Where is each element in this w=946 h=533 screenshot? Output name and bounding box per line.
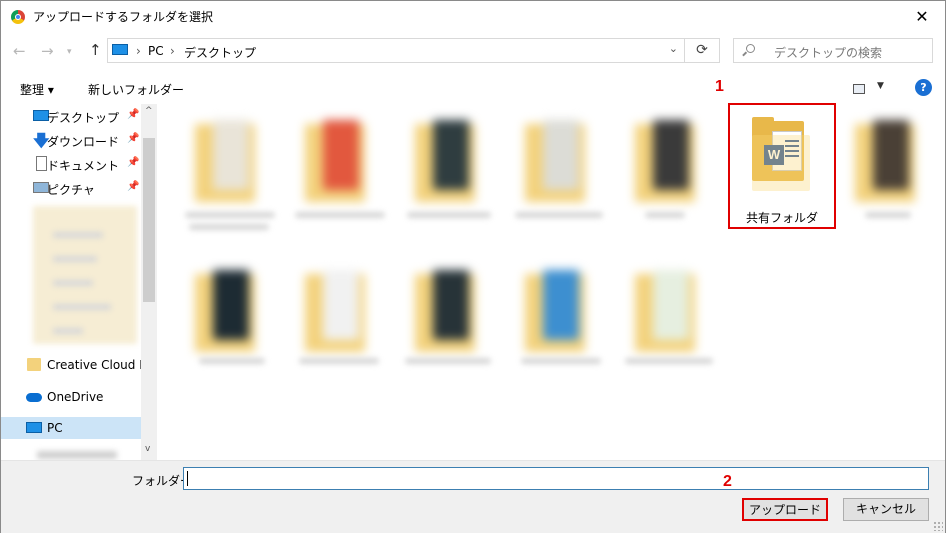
scroll-up-icon[interactable]: ^ <box>145 106 153 116</box>
chrome-icon <box>11 10 25 24</box>
blurred-label <box>53 280 93 286</box>
blurred-folder[interactable] <box>305 116 375 204</box>
blurred-label <box>645 212 685 218</box>
address-bar[interactable]: › PC › デスクトップ ⌄ <box>107 38 685 63</box>
sidebar-item-label: ダウンロード <box>47 135 120 149</box>
navigation-pane: デスクトップ 📌 🡇 ダウンロード 📌 ドキュメント 📌 ピクチャ 📌 Crea… <box>1 104 157 460</box>
file-dialog: アップロードするフォルダを選択 ✕ ← → ▾ ↑ › PC › デスクトップ … <box>0 0 946 533</box>
breadcrumb-separator-icon: › <box>170 44 175 58</box>
sidebar-item-label: OneDrive <box>47 390 104 404</box>
blurred-label <box>185 212 275 218</box>
pin-icon: 📌 <box>127 157 140 168</box>
refresh-button[interactable]: ⟳ <box>685 38 720 63</box>
blurred-label <box>53 232 103 238</box>
step-2-marker: 2 <box>723 473 732 490</box>
back-arrow-icon[interactable]: ← <box>13 42 26 60</box>
blurred-folder[interactable] <box>525 116 595 204</box>
blurred-folder[interactable] <box>855 116 925 204</box>
shared-folder-label: 共有フォルダ <box>745 211 818 225</box>
pc-icon <box>112 44 128 55</box>
blurred-label <box>53 304 111 310</box>
window-title: アップロードするフォルダを選択 <box>33 10 214 24</box>
breadcrumb-pc[interactable]: PC <box>148 44 164 58</box>
sidebar-item-label: ピクチャ <box>47 183 95 197</box>
search-placeholder: デスクトップの検索 <box>774 46 883 60</box>
blurred-folder[interactable] <box>305 266 375 354</box>
sidebar-item-desktop[interactable]: デスクトップ 📌 <box>1 105 141 127</box>
blurred-label <box>53 256 97 262</box>
dialog-footer: フォルダー: 2 アップロード キャンセル <box>1 460 945 533</box>
blurred-label <box>189 224 269 230</box>
command-bar: 整理 ▾ 新しいフォルダー ▼ ? <box>1 75 945 103</box>
blurred-label <box>515 212 603 218</box>
blurred-folder[interactable] <box>415 266 485 354</box>
nav-scrollbar[interactable]: ^ v <box>141 104 157 460</box>
blurred-folder[interactable] <box>525 266 595 354</box>
blurred-label <box>53 328 83 334</box>
sidebar-item-label: PC <box>47 421 63 435</box>
pin-icon: 📌 <box>127 181 140 192</box>
sidebar-item-documents[interactable]: ドキュメント 📌 <box>1 153 141 175</box>
title-bar: アップロードするフォルダを選択 ✕ <box>1 1 945 32</box>
blurred-label <box>865 212 911 218</box>
organize-button[interactable]: 整理 ▾ <box>20 81 54 98</box>
up-arrow-icon[interactable]: ↑ <box>89 41 102 59</box>
blurred-label <box>37 451 117 459</box>
resize-grip-icon[interactable] <box>933 521 943 531</box>
document-icon <box>36 156 47 171</box>
view-dropdown-icon[interactable]: ▼ <box>877 81 884 91</box>
cancel-button[interactable]: キャンセル <box>843 498 929 521</box>
view-mode-icon[interactable] <box>853 84 865 94</box>
sidebar-item-label: デスクトップ <box>47 111 120 125</box>
blurred-label <box>521 358 601 364</box>
sidebar-item-label: ドキュメント <box>47 159 120 173</box>
breadcrumb-desktop[interactable]: デスクトップ <box>184 44 256 61</box>
blurred-label <box>405 358 491 364</box>
sidebar-item-pictures[interactable]: ピクチャ 📌 <box>1 177 141 199</box>
creative-cloud-icon <box>27 358 41 371</box>
onedrive-icon <box>26 393 42 402</box>
blurred-folder[interactable] <box>415 116 485 204</box>
search-box[interactable]: デスクトップの検索 <box>733 38 933 63</box>
blurred-label <box>625 358 713 364</box>
scroll-thumb[interactable] <box>143 138 155 302</box>
recent-locations-chevron-icon[interactable]: ▾ <box>67 47 72 57</box>
text-caret <box>187 471 188 486</box>
pc-icon <box>26 422 42 433</box>
blurred-folder[interactable] <box>195 266 265 354</box>
search-icon <box>746 44 755 53</box>
blurred-label <box>299 358 379 364</box>
address-dropdown-icon[interactable]: ⌄ <box>669 42 678 55</box>
pin-icon: 📌 <box>127 133 140 144</box>
close-button[interactable]: ✕ <box>899 1 945 32</box>
new-folder-button[interactable]: 新しいフォルダー <box>88 81 184 98</box>
blurred-folder[interactable] <box>195 116 265 204</box>
blurred-folder[interactable] <box>635 116 705 204</box>
blurred-label <box>407 212 491 218</box>
upload-button[interactable]: アップロード <box>742 498 828 521</box>
sidebar-item-downloads[interactable]: 🡇 ダウンロード 📌 <box>1 129 141 151</box>
sidebar-item-pc[interactable]: PC <box>1 417 141 439</box>
sidebar-item-creative-cloud[interactable]: Creative Cloud File <box>1 354 157 376</box>
blurred-label <box>295 212 385 218</box>
sidebar-item-onedrive[interactable]: OneDrive <box>1 386 141 408</box>
shared-folder-item[interactable]: W 共有フォルダ <box>728 103 836 229</box>
forward-arrow-icon[interactable]: → <box>41 42 54 60</box>
blurred-folder[interactable] <box>635 266 705 354</box>
help-icon[interactable]: ? <box>915 79 932 96</box>
breadcrumb-separator-icon: › <box>136 44 141 58</box>
blurred-label <box>199 358 265 364</box>
pin-icon: 📌 <box>127 109 140 120</box>
step-1-marker: 1 <box>715 78 724 95</box>
folder-field[interactable] <box>183 467 929 490</box>
blurred-folders <box>33 206 137 344</box>
scroll-down-icon[interactable]: v <box>145 444 150 454</box>
